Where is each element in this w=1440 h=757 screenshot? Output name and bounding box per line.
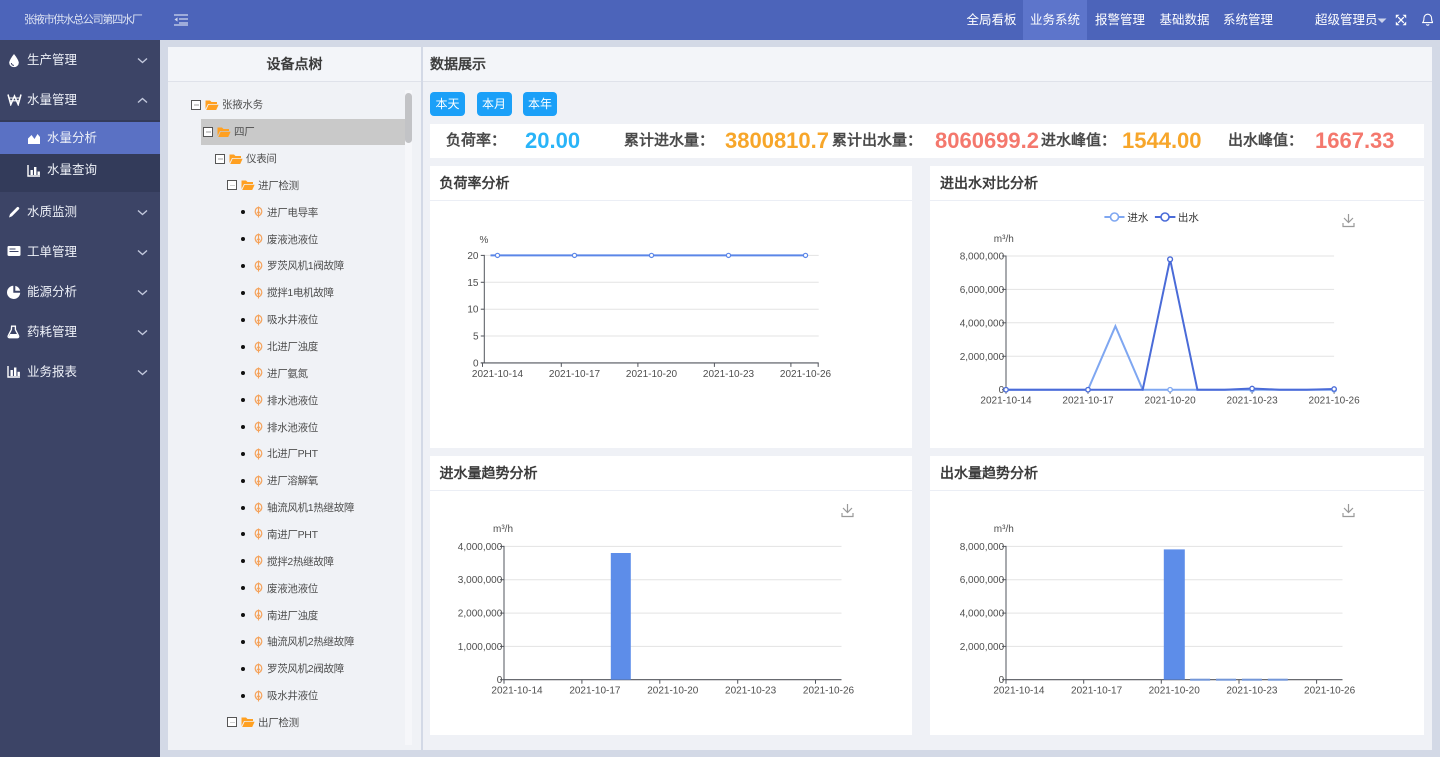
svg-text:2021-10-17: 2021-10-17 [548, 369, 600, 380]
svg-text:2021-10-26: 2021-10-26 [1309, 396, 1361, 407]
svg-text:%: % [479, 235, 488, 246]
svg-text:2,000,000: 2,000,000 [960, 642, 1005, 653]
svg-text:2021-10-14: 2021-10-14 [993, 686, 1045, 697]
svg-text:2021-10-26: 2021-10-26 [779, 369, 831, 380]
svg-text:2,000,000: 2,000,000 [960, 352, 1005, 363]
svg-text:5: 5 [472, 332, 478, 343]
svg-text:m³/h: m³/h [493, 524, 513, 535]
svg-text:进水: 进水 [1127, 212, 1148, 224]
svg-text:4,000,000: 4,000,000 [457, 542, 502, 553]
svg-text:2021-10-17: 2021-10-17 [1071, 686, 1123, 697]
svg-text:2021-10-17: 2021-10-17 [1062, 396, 1114, 407]
svg-text:20: 20 [467, 251, 479, 262]
svg-text:1,000,000: 1,000,000 [457, 642, 502, 653]
svg-text:6,000,000: 6,000,000 [960, 575, 1005, 586]
svg-text:2021-10-20: 2021-10-20 [647, 686, 699, 697]
svg-text:2021-10-26: 2021-10-26 [1304, 686, 1356, 697]
svg-text:出水: 出水 [1178, 211, 1199, 224]
svg-text:2021-10-14: 2021-10-14 [471, 369, 523, 380]
svg-text:0: 0 [472, 358, 478, 369]
svg-text:2,000,000: 2,000,000 [457, 609, 502, 620]
svg-text:2021-10-17: 2021-10-17 [569, 686, 621, 697]
svg-text:2021-10-14: 2021-10-14 [491, 686, 543, 697]
svg-text:4,000,000: 4,000,000 [960, 609, 1005, 620]
svg-text:4,000,000: 4,000,000 [960, 318, 1005, 329]
svg-text:2021-10-23: 2021-10-23 [702, 369, 754, 380]
svg-text:10: 10 [467, 305, 479, 316]
svg-text:15: 15 [467, 278, 479, 289]
svg-text:2021-10-20: 2021-10-20 [625, 369, 677, 380]
svg-text:8,000,000: 8,000,000 [960, 252, 1005, 263]
svg-text:2021-10-23: 2021-10-23 [1227, 396, 1279, 407]
svg-text:2021-10-20: 2021-10-20 [1149, 686, 1201, 697]
svg-text:0: 0 [999, 675, 1005, 686]
svg-text:6,000,000: 6,000,000 [960, 285, 1005, 296]
svg-text:2021-10-20: 2021-10-20 [1145, 396, 1197, 407]
svg-text:2021-10-14: 2021-10-14 [980, 396, 1032, 407]
svg-text:2021-10-23: 2021-10-23 [725, 686, 777, 697]
svg-text:0: 0 [496, 675, 502, 686]
svg-text:8,000,000: 8,000,000 [960, 542, 1005, 553]
svg-text:2021-10-23: 2021-10-23 [1226, 686, 1278, 697]
svg-text:2021-10-26: 2021-10-26 [802, 686, 854, 697]
svg-text:m³/h: m³/h [994, 234, 1014, 245]
svg-text:3,000,000: 3,000,000 [457, 575, 502, 586]
svg-text:m³/h: m³/h [994, 524, 1014, 535]
